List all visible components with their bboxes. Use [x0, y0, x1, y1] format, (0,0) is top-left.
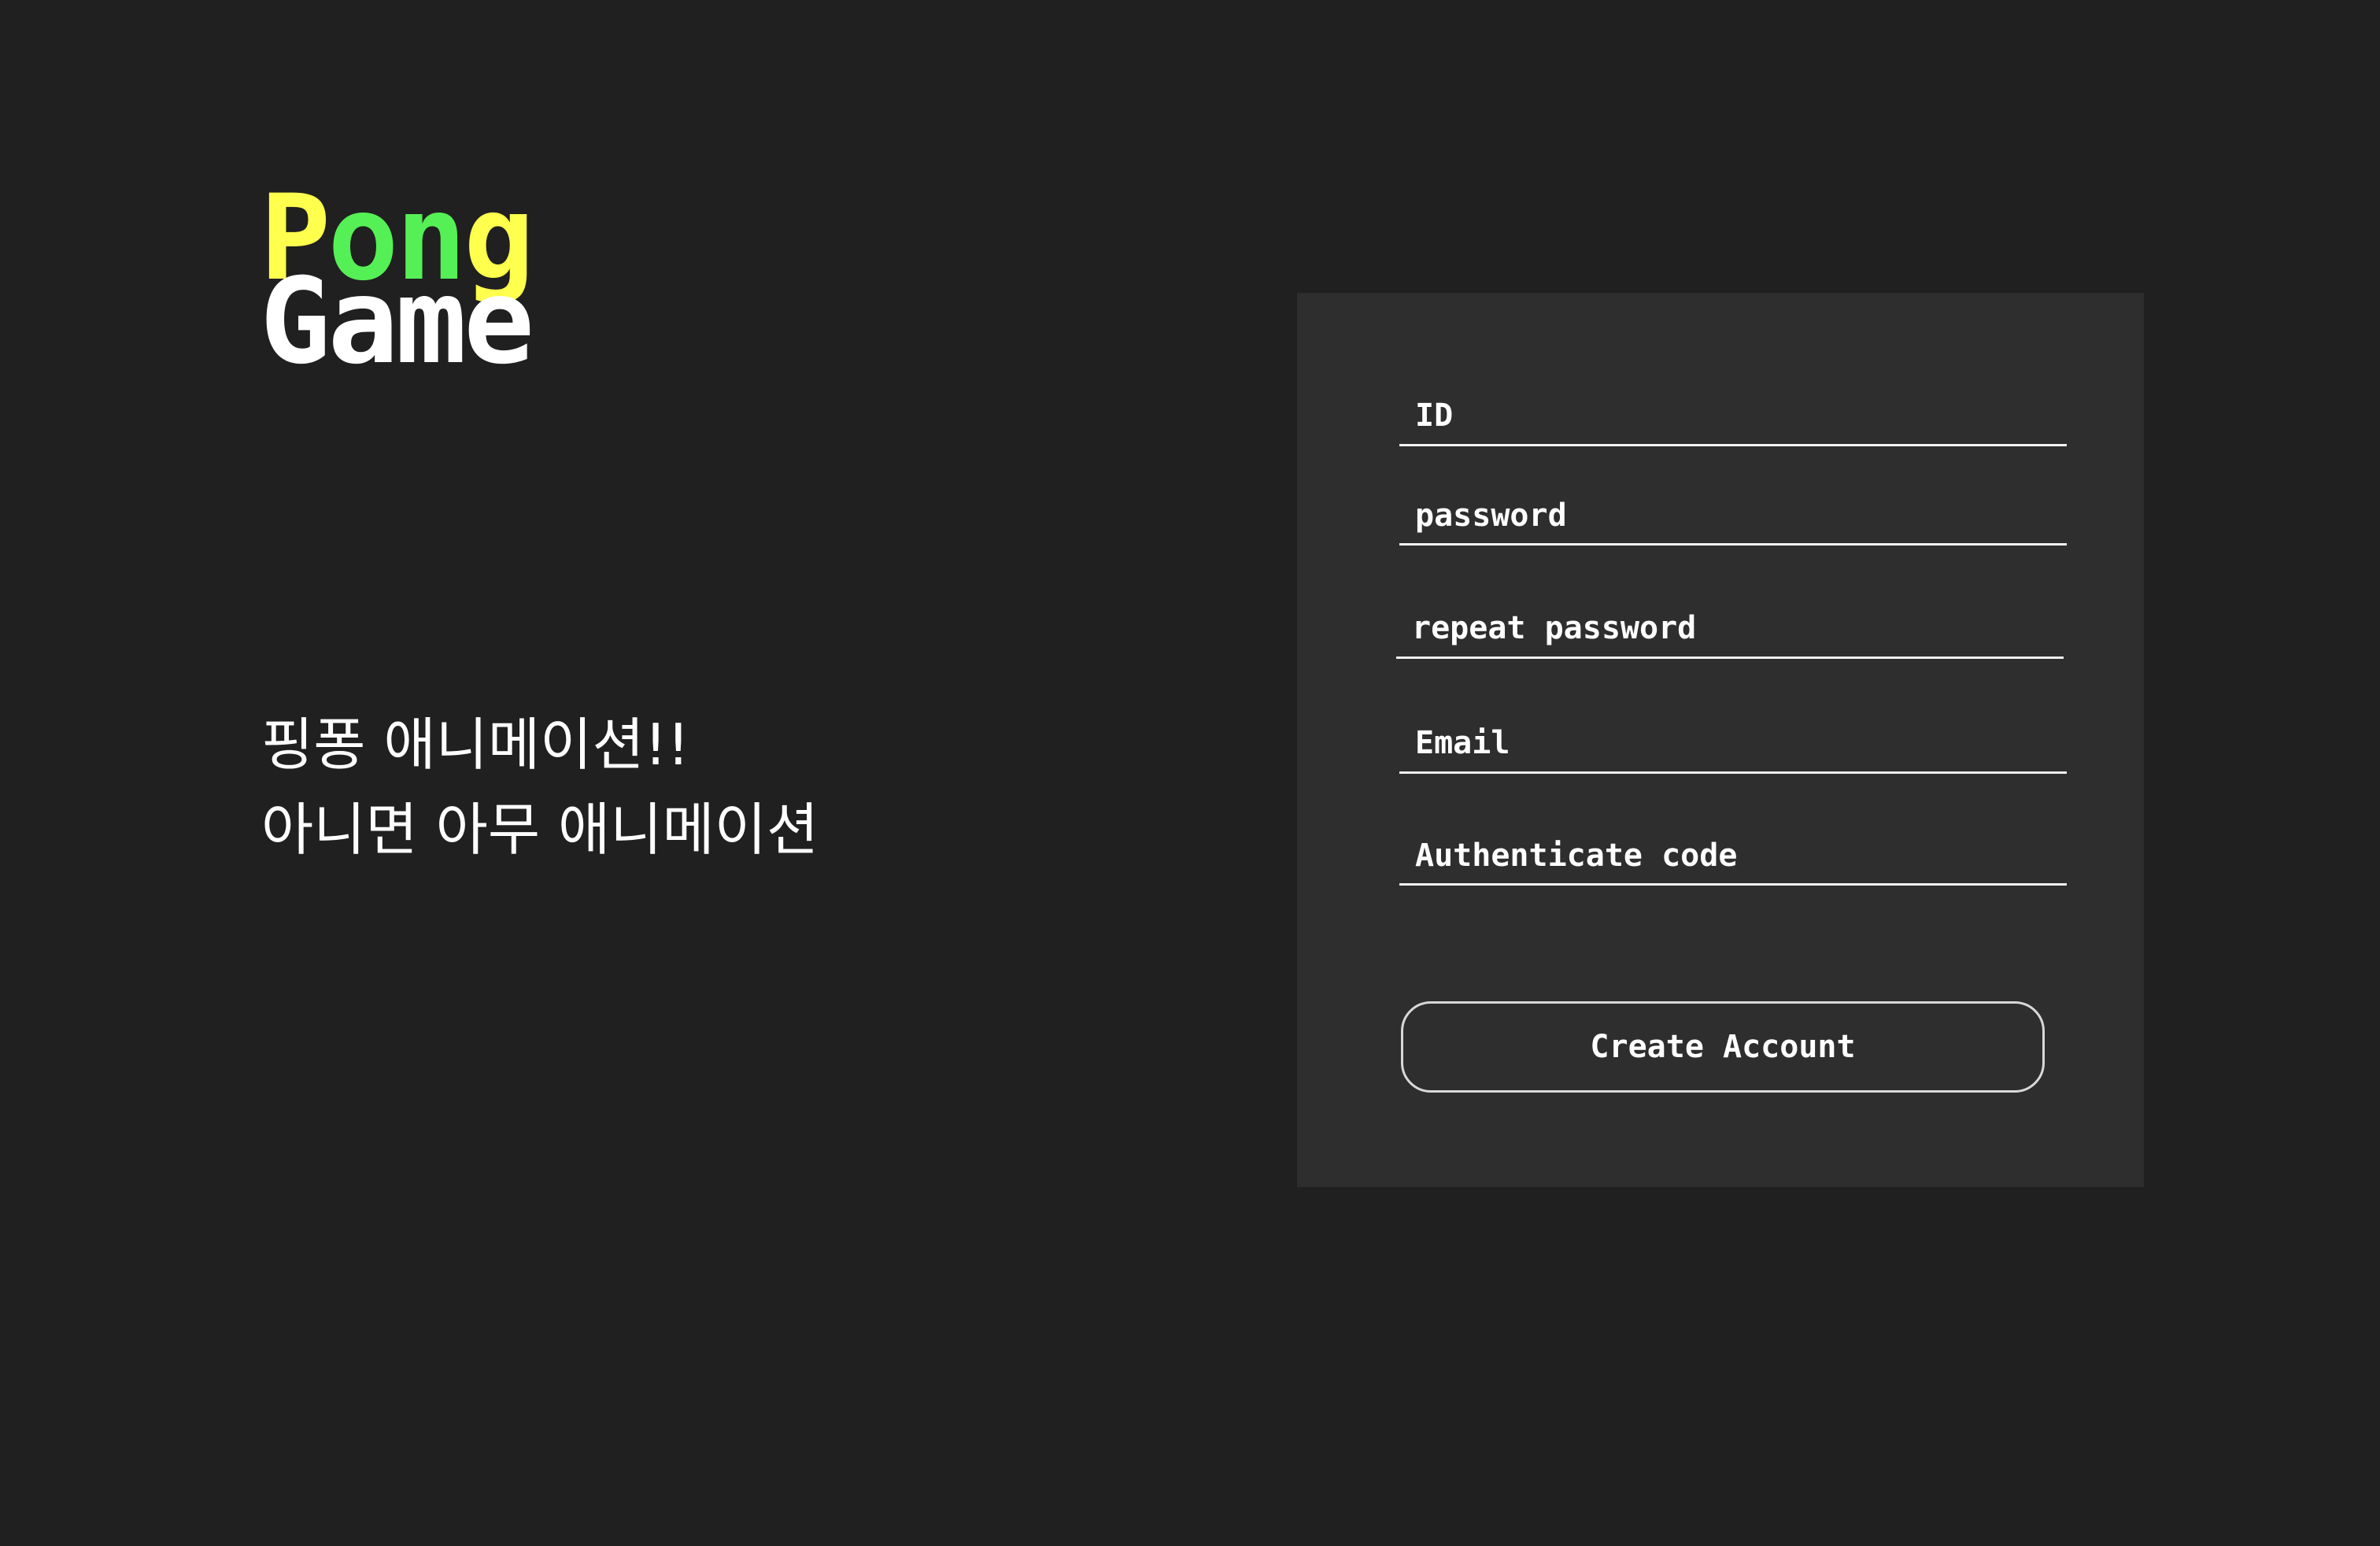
create-account-button[interactable]: Create Account	[1401, 1001, 2045, 1093]
pong-game-logo: Pong Game	[260, 179, 606, 390]
animation-placeholder-text: 핑퐁 애니메이션!! 아니면 아무 애니메이션	[261, 702, 819, 872]
repeat-password-field	[1396, 600, 2064, 659]
id-field	[1399, 387, 2067, 446]
id-input[interactable]	[1399, 387, 2067, 444]
password-field	[1399, 488, 2067, 546]
logo-line-game: Game	[260, 253, 534, 390]
signup-form-panel: Create Account	[1297, 293, 2144, 1187]
auth-code-field	[1399, 828, 2067, 886]
email-input[interactable]	[1399, 715, 2067, 771]
password-input[interactable]	[1399, 488, 2067, 543]
repeat-password-input[interactable]	[1396, 600, 2064, 656]
auth-code-input[interactable]	[1399, 828, 2067, 883]
email-field	[1399, 715, 2067, 774]
tagline-line-2: 아니면 아무 애니메이션	[261, 797, 819, 863]
tagline-line-1: 핑퐁 애니메이션!!	[261, 712, 690, 778]
signup-page: Pong Game 핑퐁 애니메이션!! 아니면 아무 애니메이션 Create…	[0, 0, 2380, 1546]
